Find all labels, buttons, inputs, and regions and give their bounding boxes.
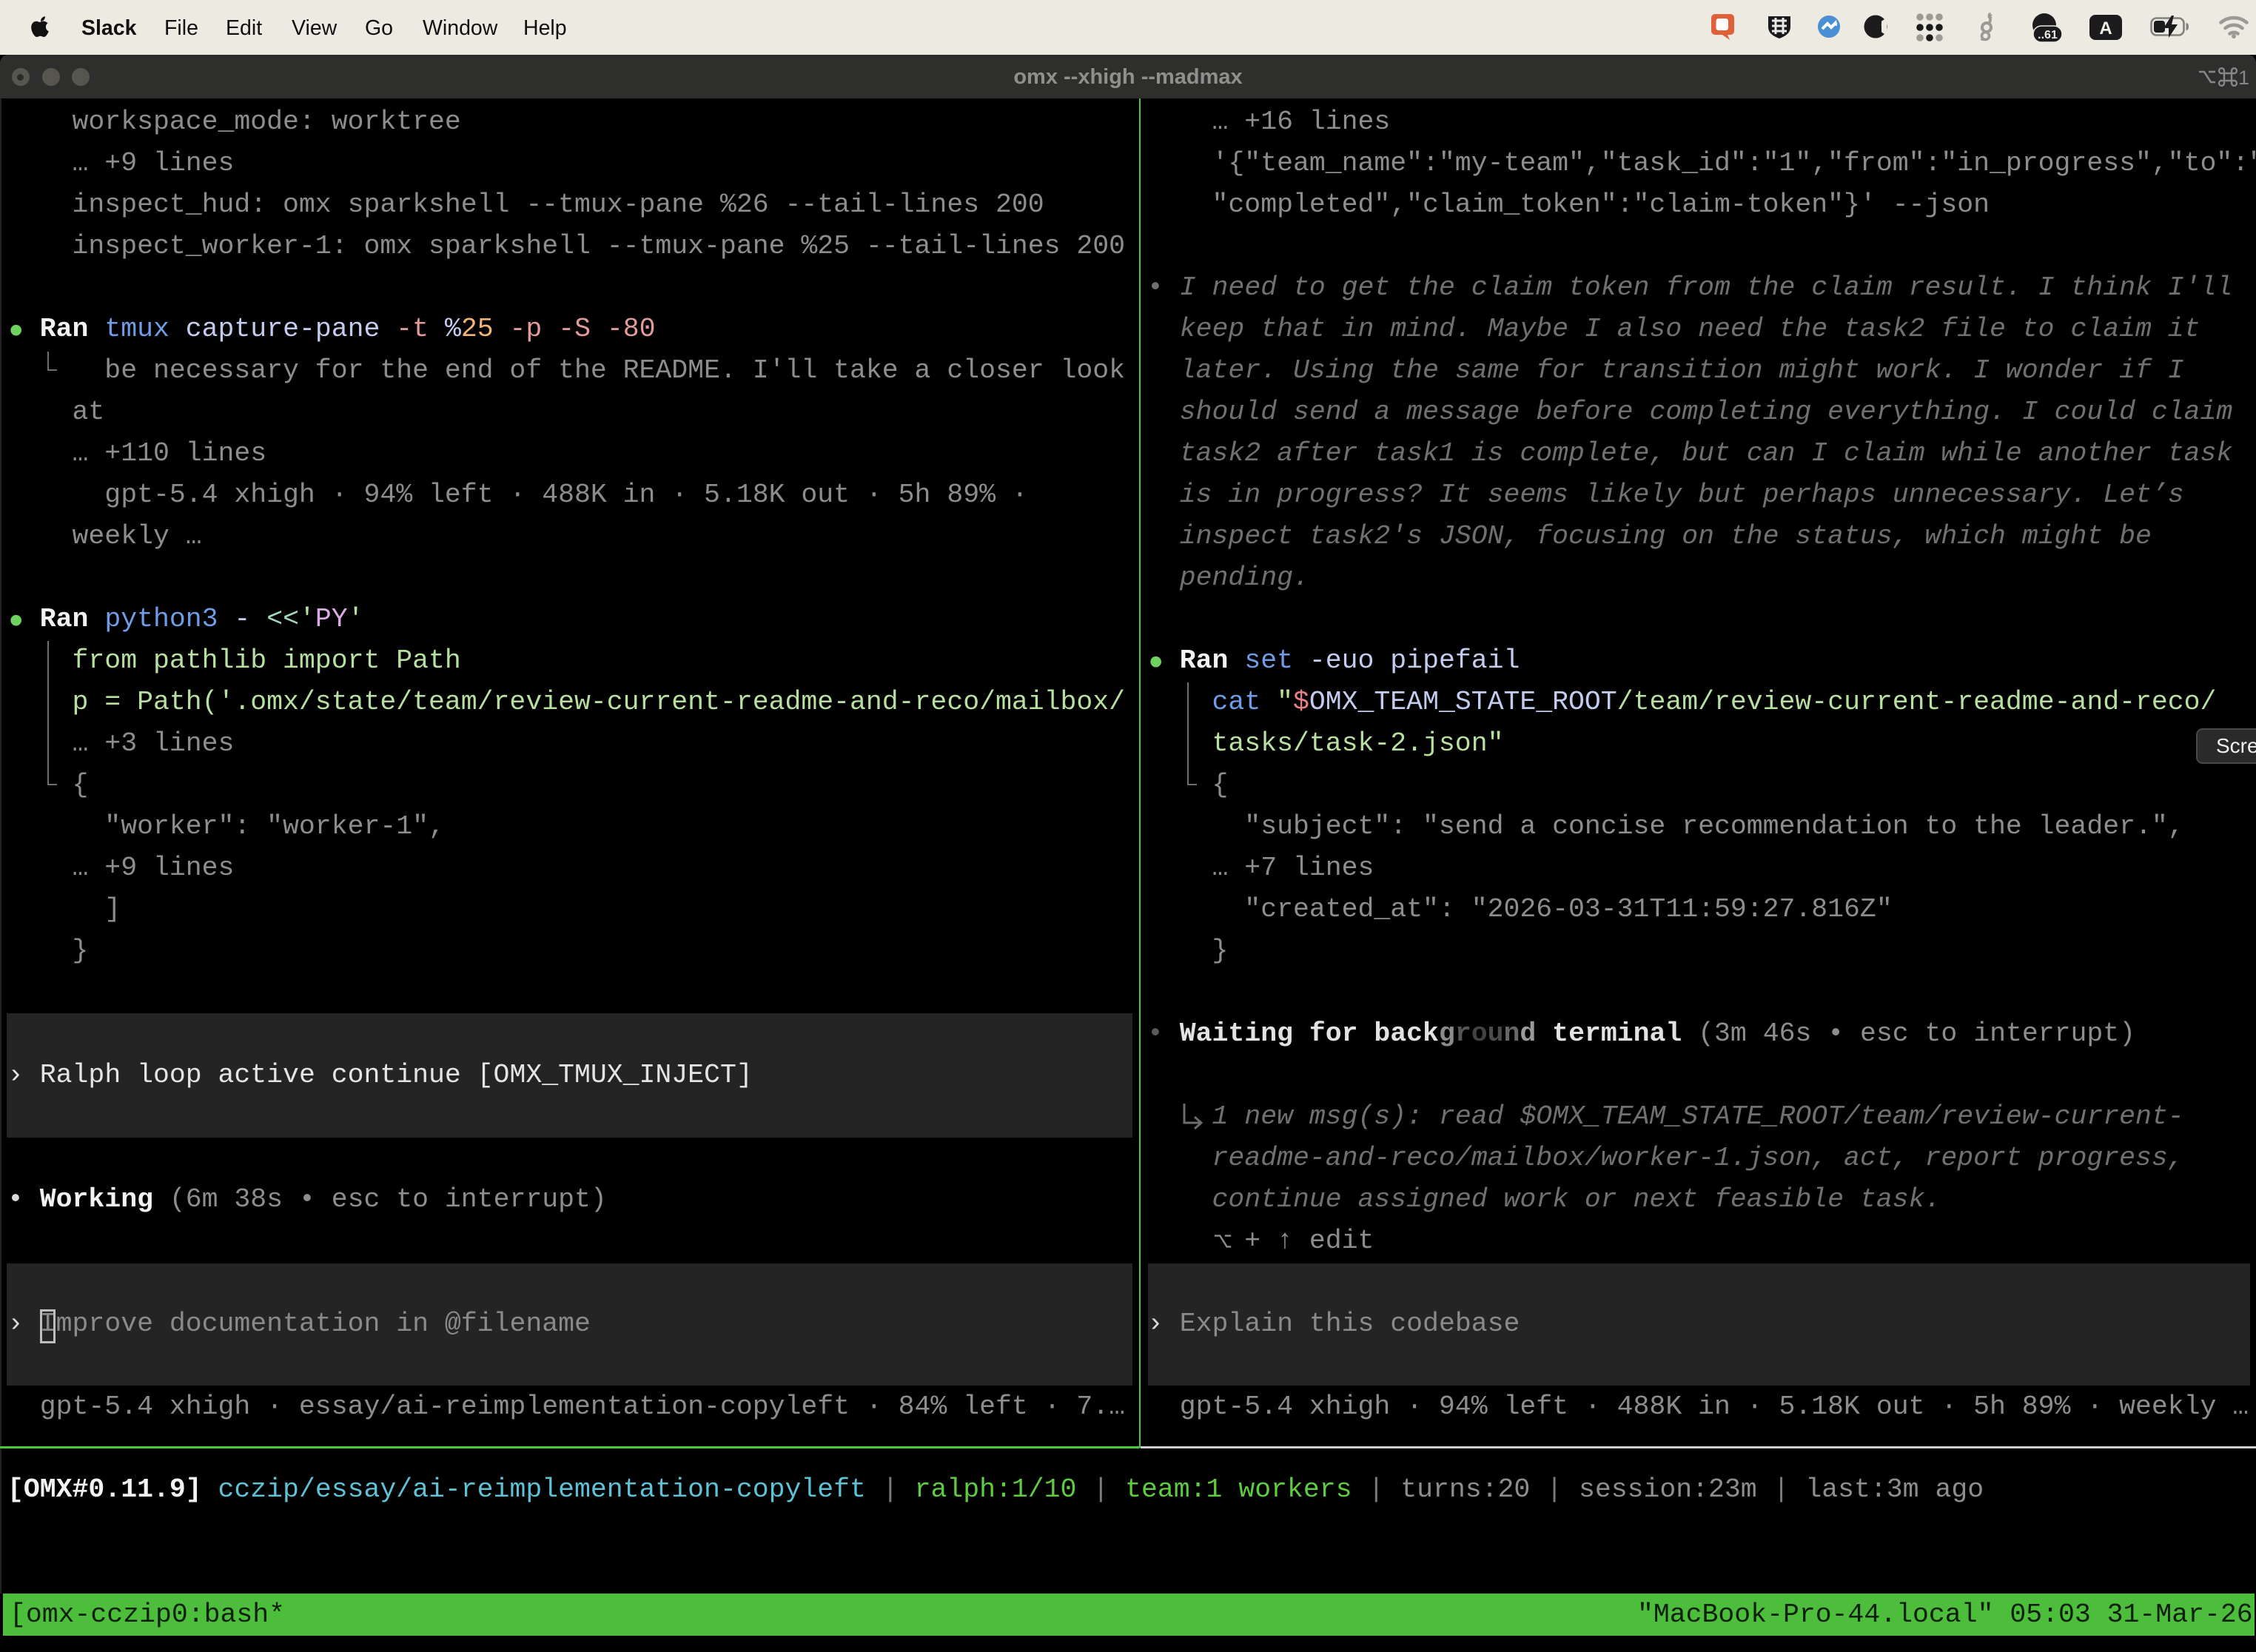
svg-text:..61: ..61 xyxy=(2038,29,2058,41)
svg-text:A: A xyxy=(2099,19,2112,38)
